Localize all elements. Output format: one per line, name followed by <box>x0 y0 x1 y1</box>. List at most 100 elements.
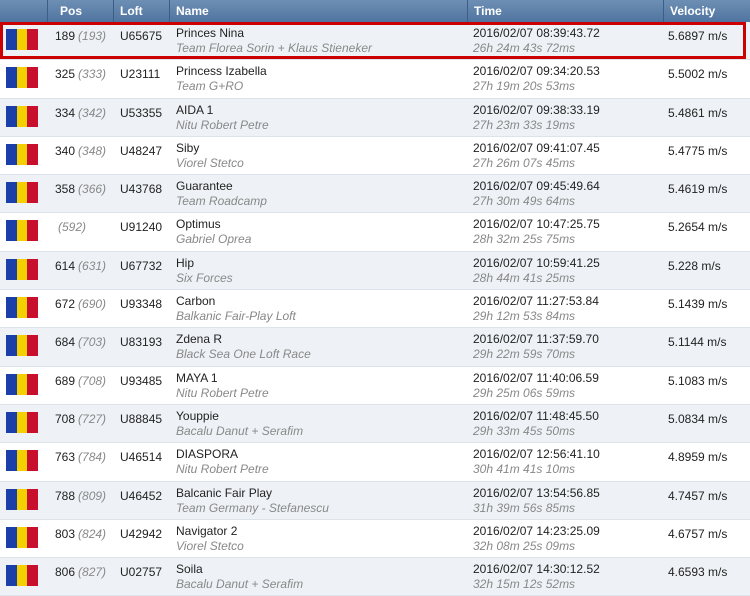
flight-duration: 29h 25m 06s 59ms <box>473 385 576 400</box>
header-flag <box>0 0 48 22</box>
flag-cell <box>0 137 48 174</box>
team-name: Nitu Robert Petre <box>176 462 269 477</box>
pos-cell: 340 (348) <box>48 137 114 174</box>
pos-cell: 672 (690) <box>48 290 114 327</box>
pos-cell: (592) <box>48 213 114 250</box>
table-row[interactable]: 806 (827) U02757 Soila Bacalu Danut + Ser… <box>0 558 750 596</box>
velocity-cell: 5.4775 m/s <box>668 143 728 158</box>
flag-cell <box>0 252 48 289</box>
table-row[interactable]: 325 (333) U23111 Princess Izabella Team G… <box>0 60 750 99</box>
velocity-cell: 5.2654 m/s <box>668 220 728 235</box>
flag-cell <box>0 367 48 404</box>
romania-flag-icon <box>6 67 39 89</box>
pos-value: 684 <box>55 335 76 350</box>
pos-overall: (690) <box>78 297 107 312</box>
pos-cell: 803 (824) <box>48 520 114 557</box>
arrival-time: 2016/02/07 10:59:41.25 <box>473 255 600 270</box>
header-name[interactable]: Name <box>170 0 468 22</box>
table-row[interactable]: 614 (631) U67732 Hip Six Forces 2016/02/0… <box>0 251 750 291</box>
loft-cell: U83193 <box>120 335 163 350</box>
time-cell: 2016/02/07 13:54:56.85 31h 39m 56s 85ms <box>468 482 664 519</box>
velocity-cell: 4.6757 m/s <box>668 526 728 541</box>
pigeon-name: Siby <box>176 140 200 155</box>
flight-duration: 29h 12m 53s 84ms <box>473 309 576 324</box>
name-cell: Youppie Bacalu Danut + Serafim <box>170 405 468 442</box>
pos-value: 340 <box>55 143 76 158</box>
time-cell: 2016/02/07 11:37:59.70 29h 22m 59s 70ms <box>468 328 664 365</box>
flight-duration: 28h 44m 41s 25ms <box>473 270 576 285</box>
romania-flag-icon <box>6 182 39 204</box>
arrival-time: 2016/02/07 13:54:56.85 <box>473 485 600 500</box>
flight-duration: 27h 19m 20s 53ms <box>473 79 576 94</box>
arrival-time: 2016/02/07 14:30:12.52 <box>473 562 600 577</box>
velocity-cell: 5.228 m/s <box>668 258 721 273</box>
pigeon-name: MAYA 1 <box>176 370 218 385</box>
loft-cell: U46452 <box>120 488 163 503</box>
header-time[interactable]: Time <box>468 0 664 22</box>
flag-cell <box>0 482 48 519</box>
pos-overall: (366) <box>78 182 107 197</box>
pos-cell: 788 (809) <box>48 482 114 519</box>
header-velocity[interactable]: Velocity <box>664 0 750 22</box>
pos-cell: 806 (827) <box>48 558 114 595</box>
team-name: Black Sea One Loft Race <box>176 347 311 362</box>
name-cell: Optimus Gabriel Oprea <box>170 213 468 250</box>
team-name: Bacalu Danut + Serafim <box>176 577 304 592</box>
velocity-cell: 4.7457 m/s <box>668 488 728 503</box>
romania-flag-icon <box>6 373 39 395</box>
time-cell: 2016/02/07 10:59:41.25 28h 44m 41s 25ms <box>468 252 664 289</box>
header-pos[interactable]: Pos <box>48 0 114 22</box>
pigeon-name: AIDA 1 <box>176 102 214 117</box>
table-row[interactable]: 708 (727) U88845 Youppie Bacalu Danut + S… <box>0 404 750 444</box>
flight-duration: 27h 26m 07s 45ms <box>473 155 576 170</box>
arrival-time: 2016/02/07 08:39:43.72 <box>473 26 600 40</box>
table-row[interactable]: 358 (366) U43768 Guarantee Team Roadcamp … <box>0 175 750 214</box>
loft-cell: U88845 <box>120 411 163 426</box>
pos-overall: (827) <box>78 565 107 580</box>
table-row[interactable]: 684 (703) U83193 Zdena R Black Sea One Lo… <box>0 328 750 367</box>
pos-value: 803 <box>55 526 76 541</box>
name-cell: Guarantee Team Roadcamp <box>170 175 468 212</box>
pos-value: 806 <box>55 565 76 580</box>
name-cell: Princess Izabella Team G+RO <box>170 60 468 97</box>
table-row[interactable]: 689 (708) U93485 MAYA 1 Nitu Robert Petre… <box>0 366 750 405</box>
loft-cell: U91240 <box>120 220 163 235</box>
pos-overall: (708) <box>78 373 107 388</box>
arrival-time: 2016/02/07 09:41:07.45 <box>473 140 600 155</box>
table-row[interactable]: 672 (690) U93348 Carbon Balkanic Fair-Pla… <box>0 290 750 329</box>
pos-overall: (727) <box>78 411 107 426</box>
table-row[interactable]: 189 (193) U65675 Princes Nina Team Florea… <box>0 22 750 61</box>
table-row[interactable]: 763 (784) U46514 DIASPORA Nitu Robert Pet… <box>0 443 750 482</box>
pigeon-name: Optimus <box>176 217 221 232</box>
team-name: Bacalu Danut + Serafim <box>176 423 304 438</box>
flight-duration: 29h 33m 45s 50ms <box>473 423 576 438</box>
romania-flag-icon <box>6 297 39 319</box>
loft-cell: U93348 <box>120 297 163 312</box>
table-row[interactable]: 788 (809) U46452 Balcanic Fair Play Team … <box>0 481 750 520</box>
team-name: Viorel Stetco <box>176 538 244 553</box>
pos-value: 672 <box>55 297 76 312</box>
name-cell: DIASPORA Nitu Robert Petre <box>170 443 468 480</box>
name-cell: AIDA 1 Nitu Robert Petre <box>170 99 468 136</box>
pigeon-name: Balcanic Fair Play <box>176 485 273 500</box>
table-row[interactable]: 803 (824) U42942 Navigator 2 Viorel Stetc… <box>0 519 750 559</box>
velocity-cell: 5.5002 m/s <box>668 67 728 82</box>
romania-flag-icon <box>6 105 39 127</box>
loft-cell: U42942 <box>120 526 163 541</box>
pos-cell: 689 (708) <box>48 367 114 404</box>
pigeon-name: Navigator 2 <box>176 523 238 538</box>
pos-overall: (631) <box>78 258 107 273</box>
table-row[interactable]: 340 (348) U48247 Siby Viorel Stetco 2016/… <box>0 136 750 176</box>
team-name: Team Florea Sorin + Klaus Stieneker <box>176 41 372 55</box>
team-name: Six Forces <box>176 270 233 285</box>
name-cell: Soila Bacalu Danut + Serafim <box>170 558 468 595</box>
header-loft[interactable]: Loft <box>114 0 170 22</box>
pos-value: 614 <box>55 258 76 273</box>
table-row[interactable]: 334 (342) U53355 AIDA 1 Nitu Robert Petre… <box>0 98 750 137</box>
romania-flag-icon <box>6 143 39 165</box>
time-cell: 2016/02/07 12:56:41.10 30h 41m 41s 10ms <box>468 443 664 480</box>
romania-flag-icon <box>6 220 39 242</box>
flag-cell <box>0 99 48 136</box>
flag-cell <box>0 328 48 365</box>
table-row[interactable]: (592) U91240 Optimus Gabriel Oprea 2016/… <box>0 213 750 252</box>
